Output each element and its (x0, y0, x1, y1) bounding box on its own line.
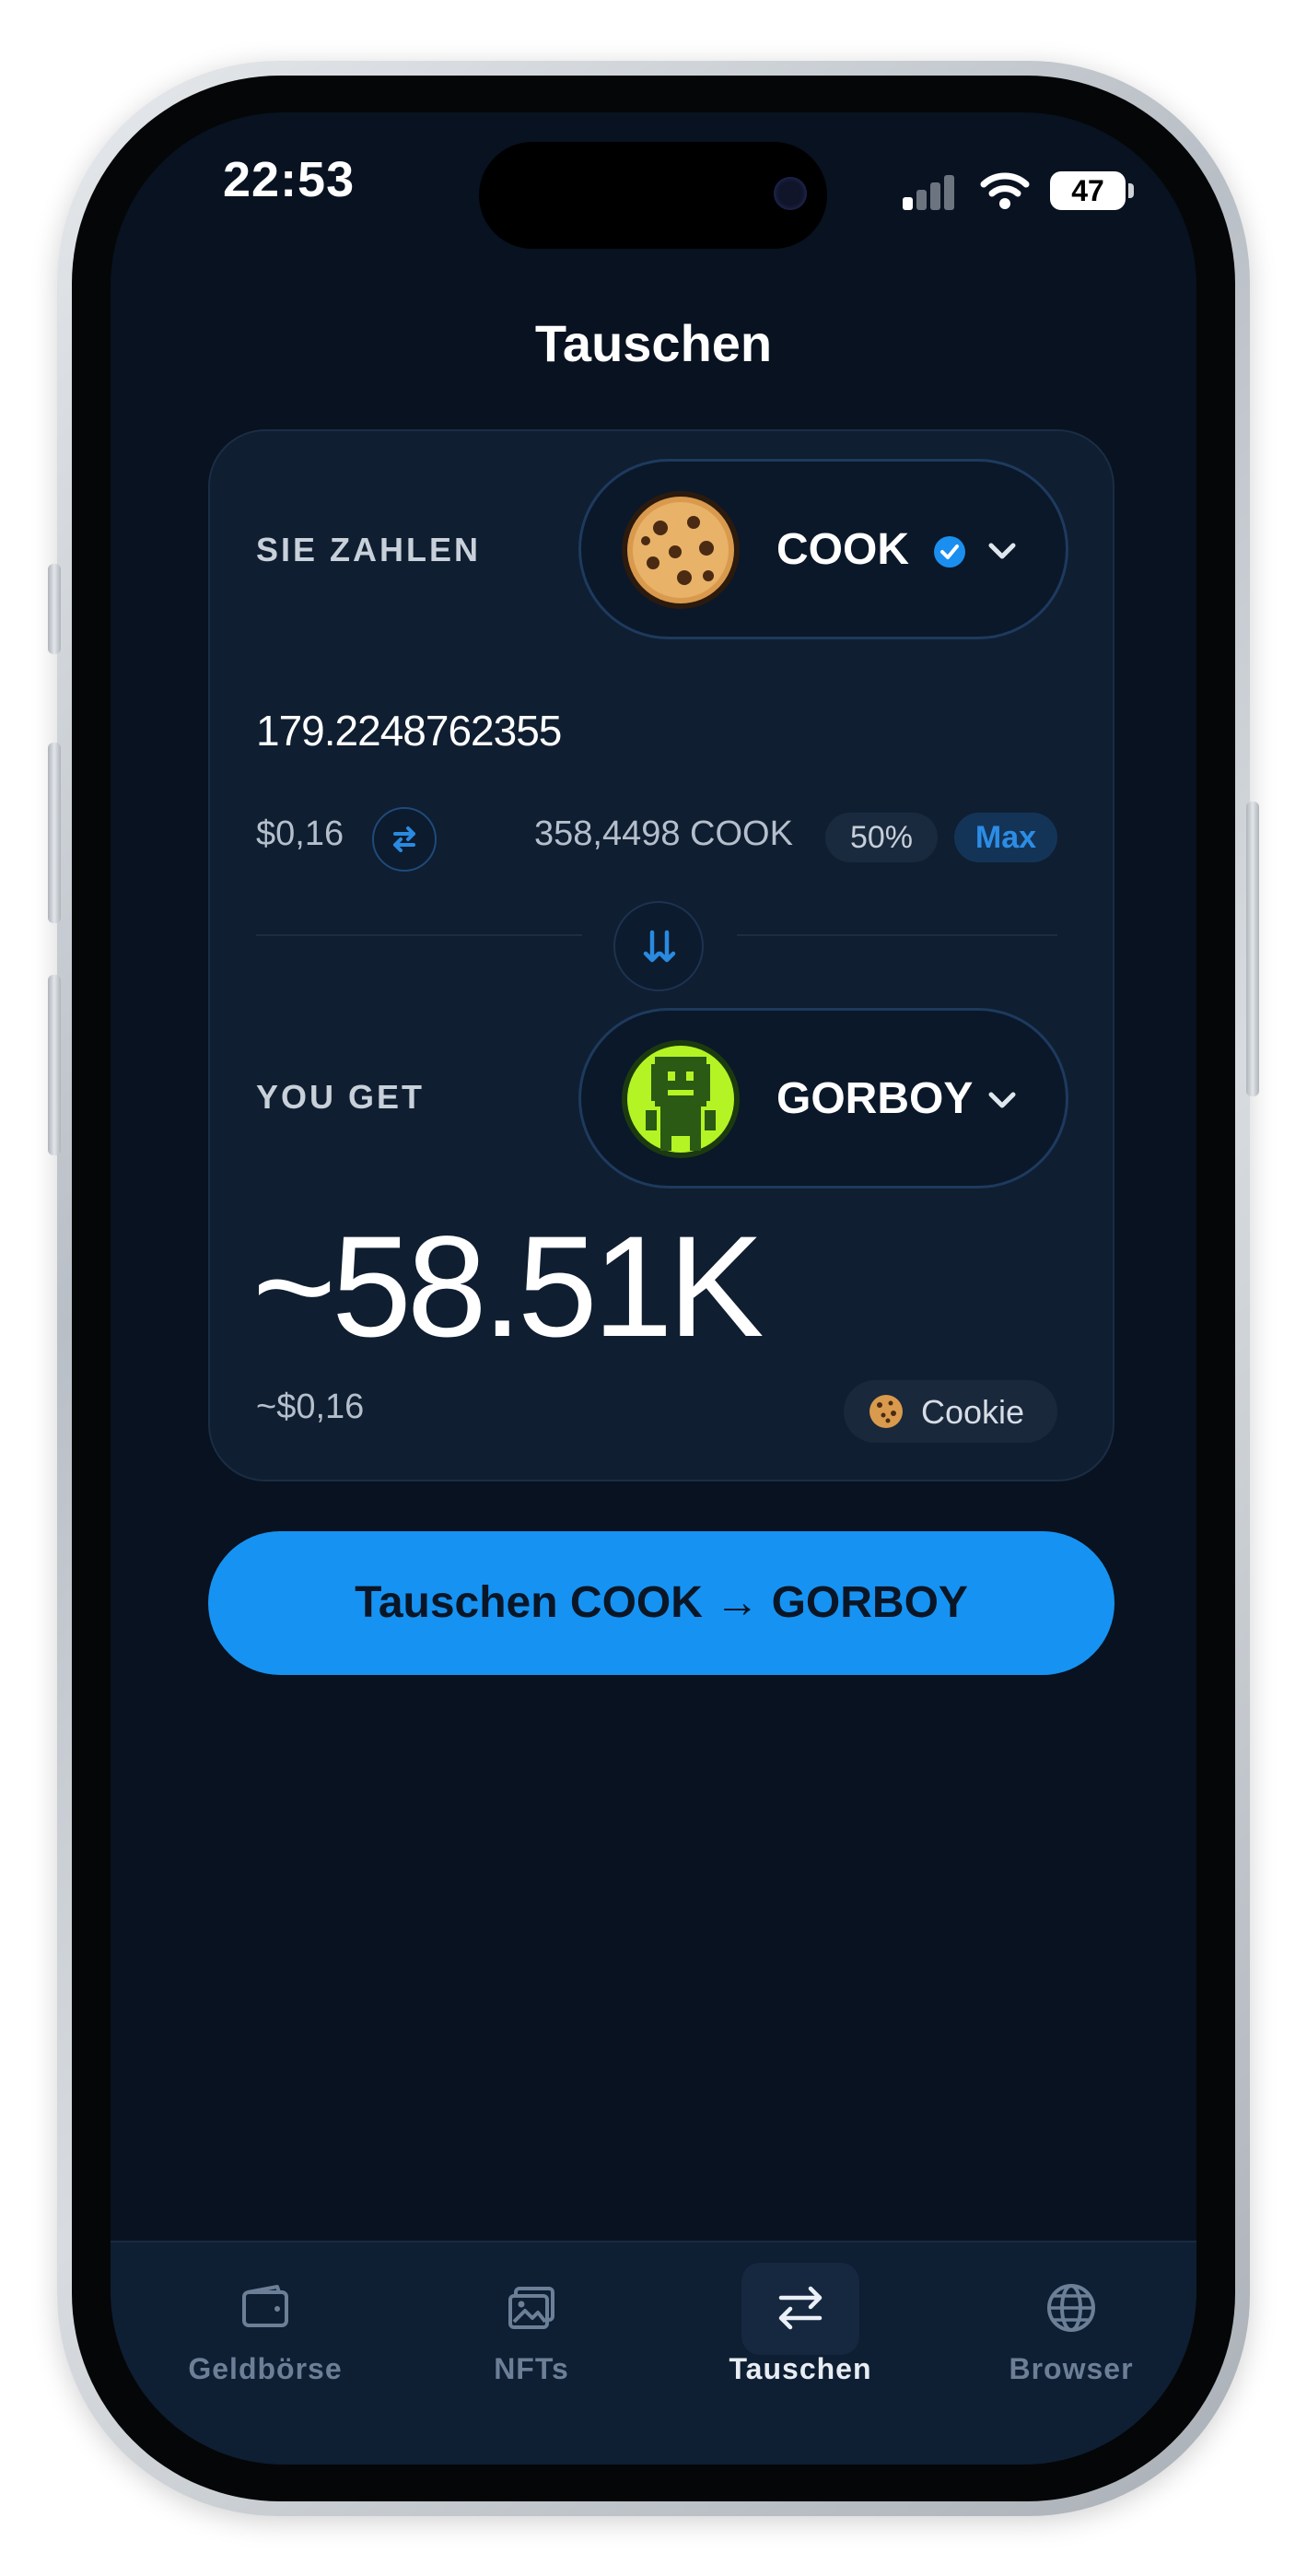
tab-nfts[interactable]: NFTs (430, 2276, 633, 2386)
globe-icon (1047, 2284, 1095, 2332)
swap-direction-icon (643, 930, 676, 963)
power-button (1246, 802, 1259, 1096)
tab-label: NFTs (494, 2352, 569, 2385)
tab-label: Geldbörse (188, 2352, 343, 2385)
pay-amount-input[interactable]: 179.2248762355 (256, 706, 562, 755)
tab-swap[interactable]: Tauschen (699, 2276, 902, 2386)
battery-nub (1128, 183, 1134, 198)
cellular-signal-icon (903, 173, 958, 210)
page-title: Tauschen (534, 314, 773, 372)
battery-indicator: 47 (1050, 171, 1126, 210)
toggle-currency-button[interactable] (372, 807, 437, 872)
gorboy-token-icon (622, 1040, 740, 1158)
verified-badge-icon (934, 536, 965, 568)
volume-down-button (48, 975, 61, 1155)
tab-wallet[interactable]: Geldbörse (164, 2276, 367, 2386)
pay-token-selector[interactable]: COOK (578, 459, 1068, 639)
receive-amount: ~58.51K (252, 1207, 764, 1367)
receive-token-selector[interactable]: GORBOY (578, 1008, 1068, 1188)
pay-balance: 358,4498 COOK (534, 814, 793, 853)
volume-up-button (48, 743, 61, 923)
half-amount-button[interactable]: 50% (825, 813, 938, 862)
exchange-arrows-icon (393, 826, 415, 852)
route-provider-chip[interactable]: Cookie (844, 1380, 1057, 1443)
receive-label: YOU GET (256, 1078, 426, 1116)
divider-right (737, 934, 1057, 936)
receive-usd-value: ~$0,16 (256, 1388, 365, 1426)
status-time: 22:53 (223, 152, 356, 207)
app-screen: 22:53 47 Tauschen SIE ZAHLEN COOK 179.22… (111, 112, 1196, 2465)
pay-label: SIE ZAHLEN (256, 531, 482, 568)
front-camera (774, 177, 807, 210)
cookie-token-icon (622, 491, 740, 609)
receive-token-name: GORBOY (776, 1074, 974, 1123)
route-provider-name: Cookie (921, 1393, 1025, 1431)
max-amount-button[interactable]: Max (954, 813, 1057, 862)
swap-card: SIE ZAHLEN COOK 179.2248762355 $0,16 358… (208, 429, 1114, 1481)
pay-usd-value: $0,16 (256, 814, 344, 853)
pay-token-name: COOK (776, 525, 909, 574)
chevron-down-icon (988, 543, 1016, 559)
wallet-icon (242, 2285, 288, 2327)
tab-browser[interactable]: Browser (970, 2276, 1173, 2386)
swap-icon (778, 2286, 823, 2330)
mute-switch (48, 564, 61, 654)
tab-label: Browser (1009, 2352, 1134, 2385)
tab-label: Tauschen (729, 2352, 872, 2385)
divider-left (256, 934, 582, 936)
swap-confirm-button[interactable]: Tauschen COOK → GORBOY (208, 1531, 1114, 1675)
cookie-icon (869, 1395, 903, 1428)
wifi-icon (980, 172, 1030, 209)
image-icon (508, 2287, 554, 2329)
switch-direction-button[interactable] (613, 901, 704, 991)
chevron-down-icon (988, 1092, 1016, 1108)
